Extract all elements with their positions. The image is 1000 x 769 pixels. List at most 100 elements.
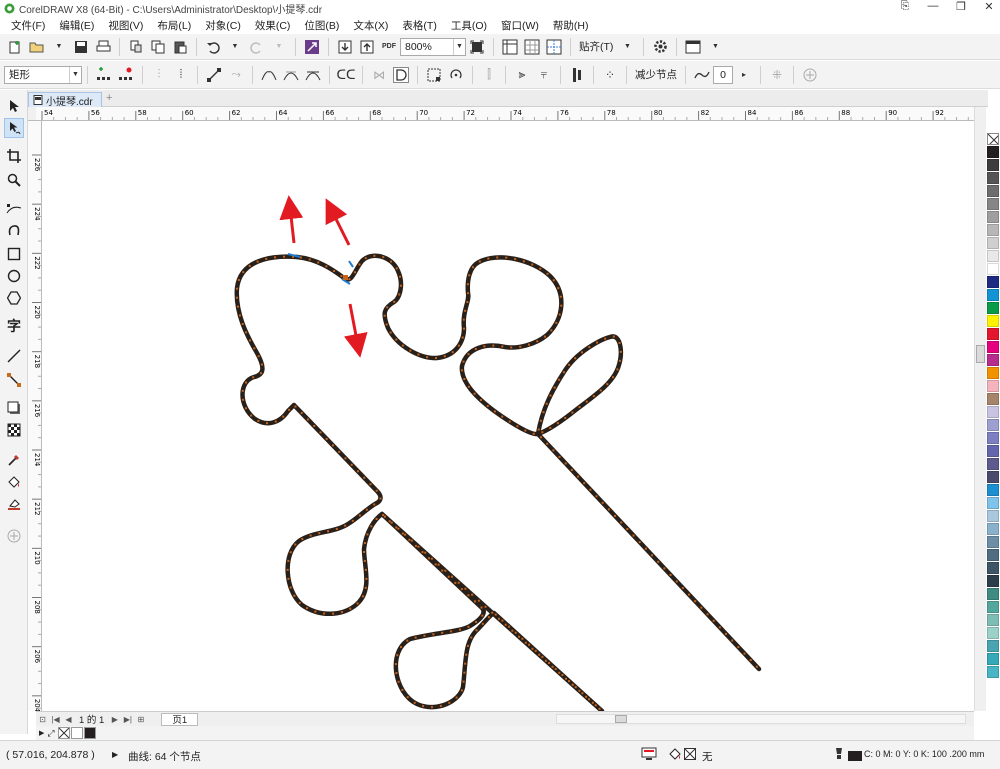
palette-swatch[interactable]: [987, 406, 999, 418]
palette-swatch[interactable]: [987, 536, 999, 548]
palette-swatch[interactable]: [987, 185, 999, 197]
page-options-icon[interactable]: ⊡: [37, 714, 48, 725]
palette-swatch[interactable]: [987, 380, 999, 392]
last-page-button[interactable]: ▶|: [122, 714, 133, 725]
menu-help[interactable]: 帮助(H): [546, 18, 596, 33]
add-page-icon[interactable]: ⊞: [135, 714, 146, 725]
show-rulers-icon[interactable]: [500, 36, 520, 58]
smoothness-slider-icon[interactable]: ▸: [734, 64, 754, 86]
freehand-tool-icon[interactable]: [4, 198, 24, 218]
smooth-node-icon[interactable]: [281, 64, 301, 86]
convert-to-curve-icon[interactable]: ⤳: [226, 64, 246, 86]
full-screen-icon[interactable]: [467, 36, 487, 58]
palette-swatch[interactable]: [987, 549, 999, 561]
join-nodes-icon[interactable]: ⫶: [149, 64, 169, 86]
snap-to-menu[interactable]: 贴齐(T): [576, 39, 616, 54]
curve-smoothness-input[interactable]: 0: [713, 65, 733, 84]
palette-swatch[interactable]: [987, 250, 999, 262]
ellipse-tool-icon[interactable]: [4, 266, 24, 286]
menu-text[interactable]: 文本(X): [346, 18, 395, 33]
cusp-node-icon[interactable]: [259, 64, 279, 86]
white-swatch[interactable]: [70, 727, 83, 739]
palette-swatch[interactable]: [987, 562, 999, 574]
palette-swatch[interactable]: [987, 575, 999, 587]
palette-swatch[interactable]: [987, 497, 999, 509]
next-page-button[interactable]: ▶: [109, 714, 120, 725]
palette-swatch[interactable]: [987, 237, 999, 249]
polygon-tool-icon[interactable]: [4, 288, 24, 308]
vertical-ruler[interactable]: 226 224 222 220 218 216 214 212 210 208 206 204: [28, 121, 42, 711]
palette-swatch[interactable]: [987, 172, 999, 184]
application-launcher-icon[interactable]: [683, 36, 703, 58]
page-tab[interactable]: 页1: [161, 712, 199, 726]
horizontal-scroll-thumb[interactable]: [615, 715, 627, 723]
palette-swatch[interactable]: [987, 211, 999, 223]
parallel-dimension-tool-icon[interactable]: [4, 346, 24, 366]
first-page-button[interactable]: |◀: [50, 714, 61, 725]
shape-tool-icon[interactable]: [4, 118, 24, 138]
menu-edit[interactable]: 编辑(E): [52, 18, 101, 33]
violin-scroll-outline[interactable]: [234, 254, 605, 711]
violin-scroll-right-outline[interactable]: [294, 253, 762, 672]
menu-layout[interactable]: 布局(L): [150, 18, 198, 33]
vertical-scrollbar[interactable]: [974, 107, 986, 711]
break-curve-icon[interactable]: ⦙: [171, 64, 191, 86]
palette-swatch[interactable]: [987, 354, 999, 366]
expand-status-icon[interactable]: ▶: [112, 750, 118, 759]
rotate-nodes-icon[interactable]: [446, 64, 466, 86]
palette-swatch[interactable]: [987, 315, 999, 327]
palette-swatch[interactable]: [987, 276, 999, 288]
crop-tool-icon[interactable]: [4, 146, 24, 166]
menu-file[interactable]: 文件(F): [4, 18, 52, 33]
eyedropper-icon[interactable]: ⤢: [47, 728, 54, 739]
new-tab-button[interactable]: +: [106, 92, 112, 104]
show-guidelines-icon[interactable]: [544, 36, 564, 58]
outline-color-swatch[interactable]: [848, 751, 862, 764]
zoom-tool-icon[interactable]: [4, 170, 24, 190]
artistic-media-tool-icon[interactable]: [4, 220, 24, 240]
palette-swatch[interactable]: [987, 432, 999, 444]
palette-swatch[interactable]: [987, 640, 999, 652]
eyedropper-tool-icon[interactable]: [4, 450, 24, 470]
palette-swatch[interactable]: [987, 146, 999, 158]
stretch-nodes-icon[interactable]: [424, 64, 444, 86]
menu-tools[interactable]: 工具(O): [444, 18, 494, 33]
extract-subpath-icon[interactable]: [567, 64, 587, 86]
pick-tool-icon[interactable]: [4, 96, 24, 116]
palette-swatch[interactable]: [987, 458, 999, 470]
color-proof-icon[interactable]: [641, 747, 657, 764]
save-icon[interactable]: [71, 36, 91, 58]
drawing-canvas[interactable]: [42, 121, 974, 711]
rectangle-tool-icon[interactable]: [4, 244, 24, 264]
new-document-button[interactable]: [5, 36, 25, 58]
export-icon[interactable]: [357, 36, 377, 58]
palette-swatch[interactable]: [987, 224, 999, 236]
extend-curve-icon[interactable]: ⋈: [369, 64, 389, 86]
violin-scroll-curve[interactable]: [234, 253, 762, 711]
paste-icon[interactable]: [170, 36, 190, 58]
menu-bitmaps[interactable]: 位图(B): [297, 18, 346, 33]
fill-bucket-icon[interactable]: [668, 747, 682, 764]
palette-swatch[interactable]: [987, 666, 999, 678]
open-folder-icon[interactable]: [27, 36, 47, 58]
horizontal-ruler[interactable]: 54 56 58 60 62 64 66 68 70 72 74 76 78 80 82 84 86 88 90 92: [36, 107, 974, 121]
selected-node[interactable]: [343, 275, 348, 280]
snap-dropdown-icon[interactable]: ▼: [617, 36, 637, 58]
menu-effects[interactable]: 效果(C): [248, 18, 298, 33]
smart-fill-tool-icon[interactable]: [4, 494, 24, 514]
vertical-scroll-thumb[interactable]: [976, 345, 985, 363]
undo-icon[interactable]: [203, 36, 223, 58]
close-curve-icon[interactable]: [391, 64, 411, 86]
menu-object[interactable]: 对象(C): [198, 18, 248, 33]
outline-pen-icon[interactable]: [832, 747, 846, 764]
select-all-nodes-icon[interactable]: ⁜: [767, 64, 787, 86]
previous-page-button[interactable]: ◀: [63, 714, 74, 725]
maximize-button[interactable]: ❐: [954, 0, 968, 13]
palette-swatch[interactable]: [987, 341, 999, 353]
palette-swatch[interactable]: [987, 484, 999, 496]
palette-swatch[interactable]: [987, 510, 999, 522]
add-tool-icon[interactable]: [4, 526, 24, 546]
palette-swatch[interactable]: [987, 523, 999, 535]
redo-dropdown-icon[interactable]: ▼: [269, 36, 289, 58]
symmetrical-node-icon[interactable]: [303, 64, 323, 86]
